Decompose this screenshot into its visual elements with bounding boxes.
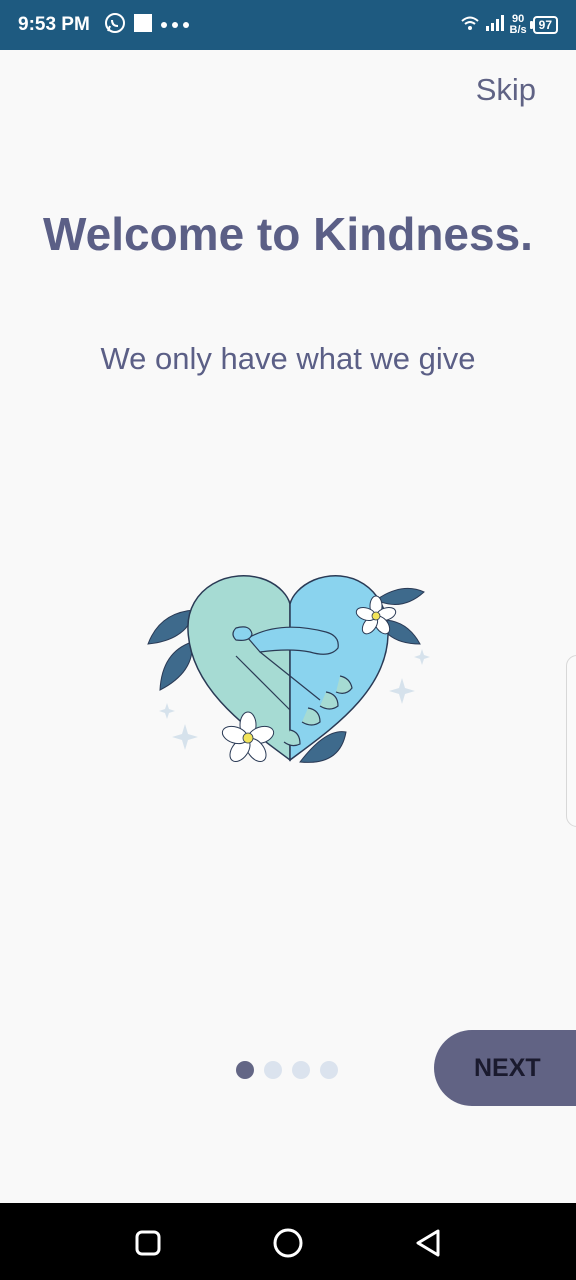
page-title: Welcome to Kindness. <box>43 208 533 260</box>
wifi-icon <box>460 15 480 36</box>
sparkle-icon <box>389 678 415 704</box>
heart-handshake-illustration <box>140 560 440 780</box>
status-time: 9:53 PM <box>18 14 90 35</box>
sparkle-icon <box>159 703 175 719</box>
home-icon[interactable] <box>270 1225 306 1261</box>
leaf-icon <box>159 641 193 691</box>
battery-level: 97 <box>538 18 552 32</box>
status-bar: 9:53 PM 90 B/s 97 <box>0 0 576 50</box>
sparkle-icon <box>172 724 198 750</box>
status-notification-icons <box>104 12 190 38</box>
navigation-bar <box>0 1203 576 1280</box>
sparkle-icon <box>414 649 430 665</box>
page-dot <box>292 1061 310 1079</box>
page-subtitle: We only have what we give <box>100 341 476 376</box>
battery-icon: 97 <box>529 16 558 34</box>
page-dot <box>320 1061 338 1079</box>
status-system-icons: 90 B/s 97 <box>460 10 558 40</box>
whatsapp-icon <box>104 12 126 39</box>
net-speed-unit: B/s <box>509 24 527 36</box>
net-speed: 90 B/s <box>510 14 527 36</box>
back-icon[interactable] <box>410 1225 446 1261</box>
leaf-icon <box>374 587 425 605</box>
skip-button[interactable]: Skip <box>476 72 536 108</box>
next-button[interactable]: NEXT <box>434 1030 576 1106</box>
page-indicator <box>236 1061 338 1079</box>
page-dot-active <box>236 1061 254 1079</box>
page-dot <box>264 1061 282 1079</box>
signal-icon <box>485 14 504 36</box>
square-notification-icon <box>134 13 152 37</box>
more-dots-icon <box>160 16 190 34</box>
recents-icon[interactable] <box>130 1225 166 1261</box>
edge-panel-handle[interactable] <box>566 655 576 827</box>
